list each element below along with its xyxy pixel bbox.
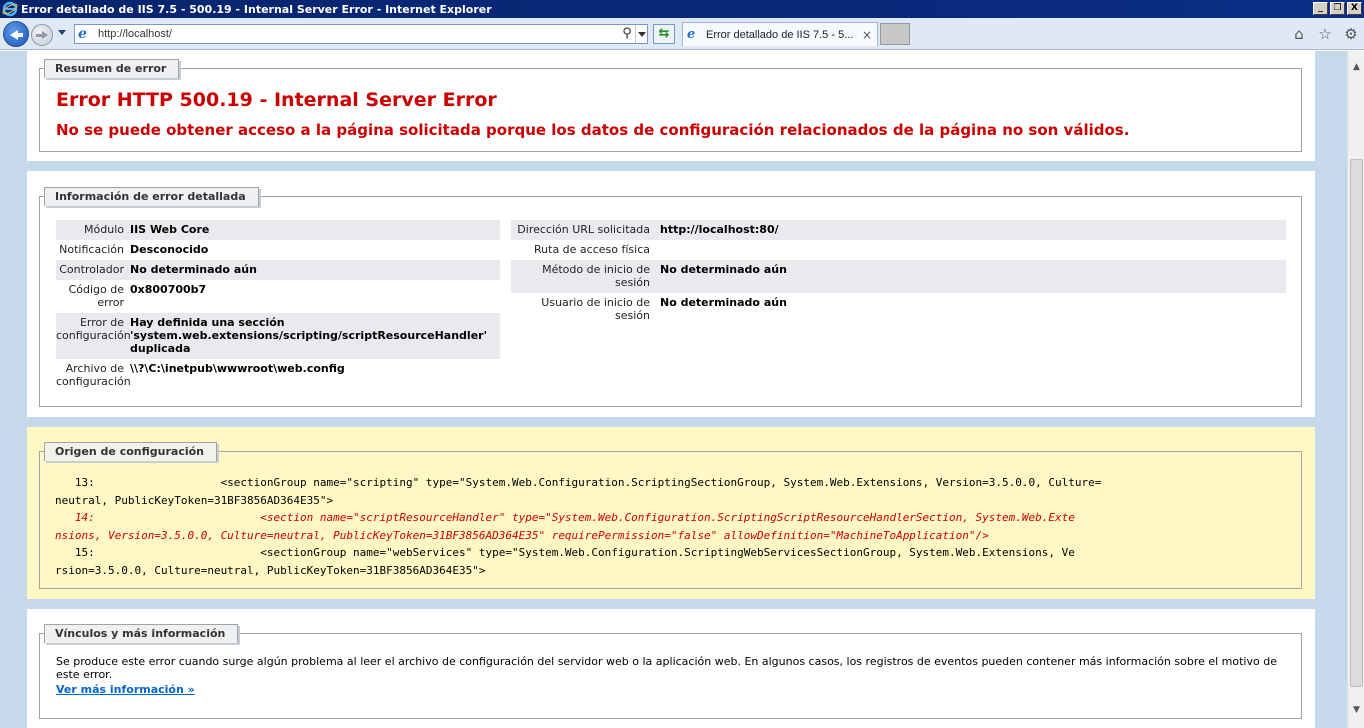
code-line: 15: <sectionGroup name="webServices" typ… (55, 546, 1075, 560)
close-window-button[interactable]: X (1347, 2, 1362, 15)
tab-ie-icon: e (687, 27, 696, 42)
detail-value-line: 'system.web.extensions/scripting/scriptR… (130, 329, 487, 342)
config-source-code: 13: <sectionGroup name="scripting" type=… (55, 474, 1283, 580)
history-dropdown-icon[interactable] (58, 30, 66, 35)
minimize-button[interactable]: _ (1313, 2, 1328, 15)
details-right-table: Dirección URL solicitada http://localhos… (511, 220, 1286, 326)
detailed-info-panel: Información de error detallada Módulo II… (27, 171, 1315, 417)
detail-label: Usuario de inicio de sesión (511, 296, 656, 326)
detail-label: Controlador (59, 263, 124, 276)
detail-label-line: Error de (79, 316, 124, 329)
more-info-link[interactable]: Ver más información » (56, 683, 195, 696)
detail-label: Módulo (84, 223, 124, 236)
detail-value: No determinado aún (660, 263, 787, 276)
detail-label: Dirección URL solicitada (517, 223, 650, 236)
detail-label: Error de configuración (56, 316, 131, 359)
new-tab-button[interactable] (880, 23, 910, 45)
code-line-highlighted: 14: <section name="scriptResourceHandler… (55, 511, 1075, 525)
detail-value: http://localhost:80/ (660, 223, 779, 236)
detail-value: No determinado aún (660, 296, 787, 309)
detail-row-handler: Controlador No determinado aún (56, 260, 500, 280)
detail-row-logon-user: Usuario de inicio de sesión No determina… (511, 293, 1286, 326)
detail-value: \\?\C:\inetpub\wwwroot\web.config (130, 362, 345, 375)
detail-label-line: Método de inicio de (542, 263, 650, 276)
vertical-scrollbar[interactable]: ▲ ▼ (1347, 51, 1364, 728)
links-panel: Vínculos y más información Se produce es… (27, 609, 1315, 728)
config-source-panel: Origen de configuración 13: <sectionGrou… (27, 427, 1315, 599)
search-icon[interactable]: ⚲ (619, 26, 635, 42)
detail-row-notification: Notificación Desconocido (56, 240, 500, 260)
detail-label-line: Código de (68, 283, 124, 296)
detail-value: IIS Web Core (130, 223, 210, 236)
detail-value: No determinado aún (130, 263, 257, 276)
back-arrow-icon[interactable] (3, 21, 29, 47)
tab-close-icon[interactable]: × (861, 28, 873, 42)
detail-label-line: Archivo de (65, 362, 124, 375)
detail-value: Hay definida una sección 'system.web.ext… (130, 316, 487, 359)
detail-row-config-file: Archivo de configuración \\?\C:\inetpub\… (56, 359, 500, 392)
error-summary-panel: Resumen de error Error HTTP 500.19 - Int… (27, 51, 1315, 161)
tab-error-page[interactable]: e Error detallado de IIS 7.5 - 5... × (682, 22, 878, 46)
error-subtitle: No se puede obtener acceso a la página s… (56, 121, 1130, 139)
links-legend: Vínculos y más información (44, 624, 239, 643)
page-viewport: Resumen de error Error HTTP 500.19 - Int… (0, 51, 1347, 728)
detailed-info-legend: Información de error detallada (44, 187, 259, 206)
favorites-star-icon[interactable]: ☆ (1316, 25, 1334, 43)
window-title-bar: Error detallado de IIS 7.5 - 500.19 - In… (0, 0, 1364, 18)
error-title: Error HTTP 500.19 - Internal Server Erro… (56, 89, 497, 111)
scroll-thumb[interactable] (1350, 159, 1363, 687)
detail-value: 0x800700b7 (130, 283, 207, 296)
internet-explorer-icon (2, 1, 18, 17)
code-line: neutral, PublicKeyToken=31BF3856AD364E35… (55, 493, 334, 507)
code-line: rsion=3.5.0.0, Culture=neutral, PublicKe… (55, 563, 486, 577)
detail-row-config-error: Error de configuración Hay definida una … (56, 313, 500, 359)
detail-label-line: configuración (56, 329, 131, 342)
detail-label-line: sesión (615, 309, 650, 322)
detail-label: Archivo de configuración (56, 362, 131, 392)
detail-row-module: Módulo IIS Web Core (56, 220, 500, 240)
address-bar[interactable]: e http://localhost/ ⚲ (74, 24, 648, 44)
detail-label-line: configuración (56, 375, 131, 388)
detail-row-physical-path: Ruta de acceso física (511, 240, 1286, 260)
code-line: 13: <sectionGroup name="scripting" type=… (55, 476, 1102, 489)
address-dropdown-icon[interactable] (635, 25, 647, 43)
error-summary-legend: Resumen de error (44, 59, 180, 78)
detail-label: Notificación (59, 243, 124, 256)
code-line-highlighted: nsions, Version=3.5.0.0, Culture=neutral… (55, 528, 989, 542)
links-description: Se produce este error cuando surge algún… (56, 655, 1277, 681)
home-icon[interactable]: ⌂ (1290, 25, 1308, 43)
scroll-down-arrow-icon[interactable]: ▼ (1348, 702, 1364, 718)
refresh-icon[interactable]: ⇆ (653, 24, 675, 44)
detail-row-error-code: Código de error 0x800700b7 (56, 280, 500, 313)
config-source-legend: Origen de configuración (44, 442, 217, 461)
detail-value (656, 243, 660, 260)
detail-label-line: error (97, 296, 124, 309)
page-ie-icon: e (78, 26, 87, 42)
forward-arrow-icon[interactable] (31, 24, 53, 46)
scroll-up-arrow-icon[interactable]: ▲ (1348, 59, 1364, 75)
detail-label-line: Usuario de inicio de (541, 296, 650, 309)
tab-label: Error detallado de IIS 7.5 - 5... (706, 28, 854, 41)
detail-value-line: Hay definida una sección (130, 316, 285, 329)
detail-label: Código de error (56, 283, 130, 313)
detail-label: Ruta de acceso física (534, 243, 650, 256)
details-left-table: Módulo IIS Web Core Notificación Descono… (56, 220, 500, 392)
detail-label-line: sesión (615, 276, 650, 289)
restore-button[interactable]: ❐ (1330, 2, 1345, 15)
detail-value: Desconocido (130, 243, 209, 256)
address-input[interactable]: http://localhost/ (98, 28, 619, 40)
navigation-bar: e http://localhost/ ⚲ ⇆ e Error detallad… (0, 18, 1364, 50)
detail-value-line: duplicada (130, 342, 191, 355)
detail-label: Método de inicio de sesión (511, 263, 656, 293)
tools-gear-icon[interactable]: ⚙ (1342, 25, 1360, 43)
window-title: Error detallado de IIS 7.5 - 500.19 - In… (21, 2, 492, 16)
detail-row-logon-method: Método de inicio de sesión No determinad… (511, 260, 1286, 293)
detail-row-url: Dirección URL solicitada http://localhos… (511, 220, 1286, 240)
